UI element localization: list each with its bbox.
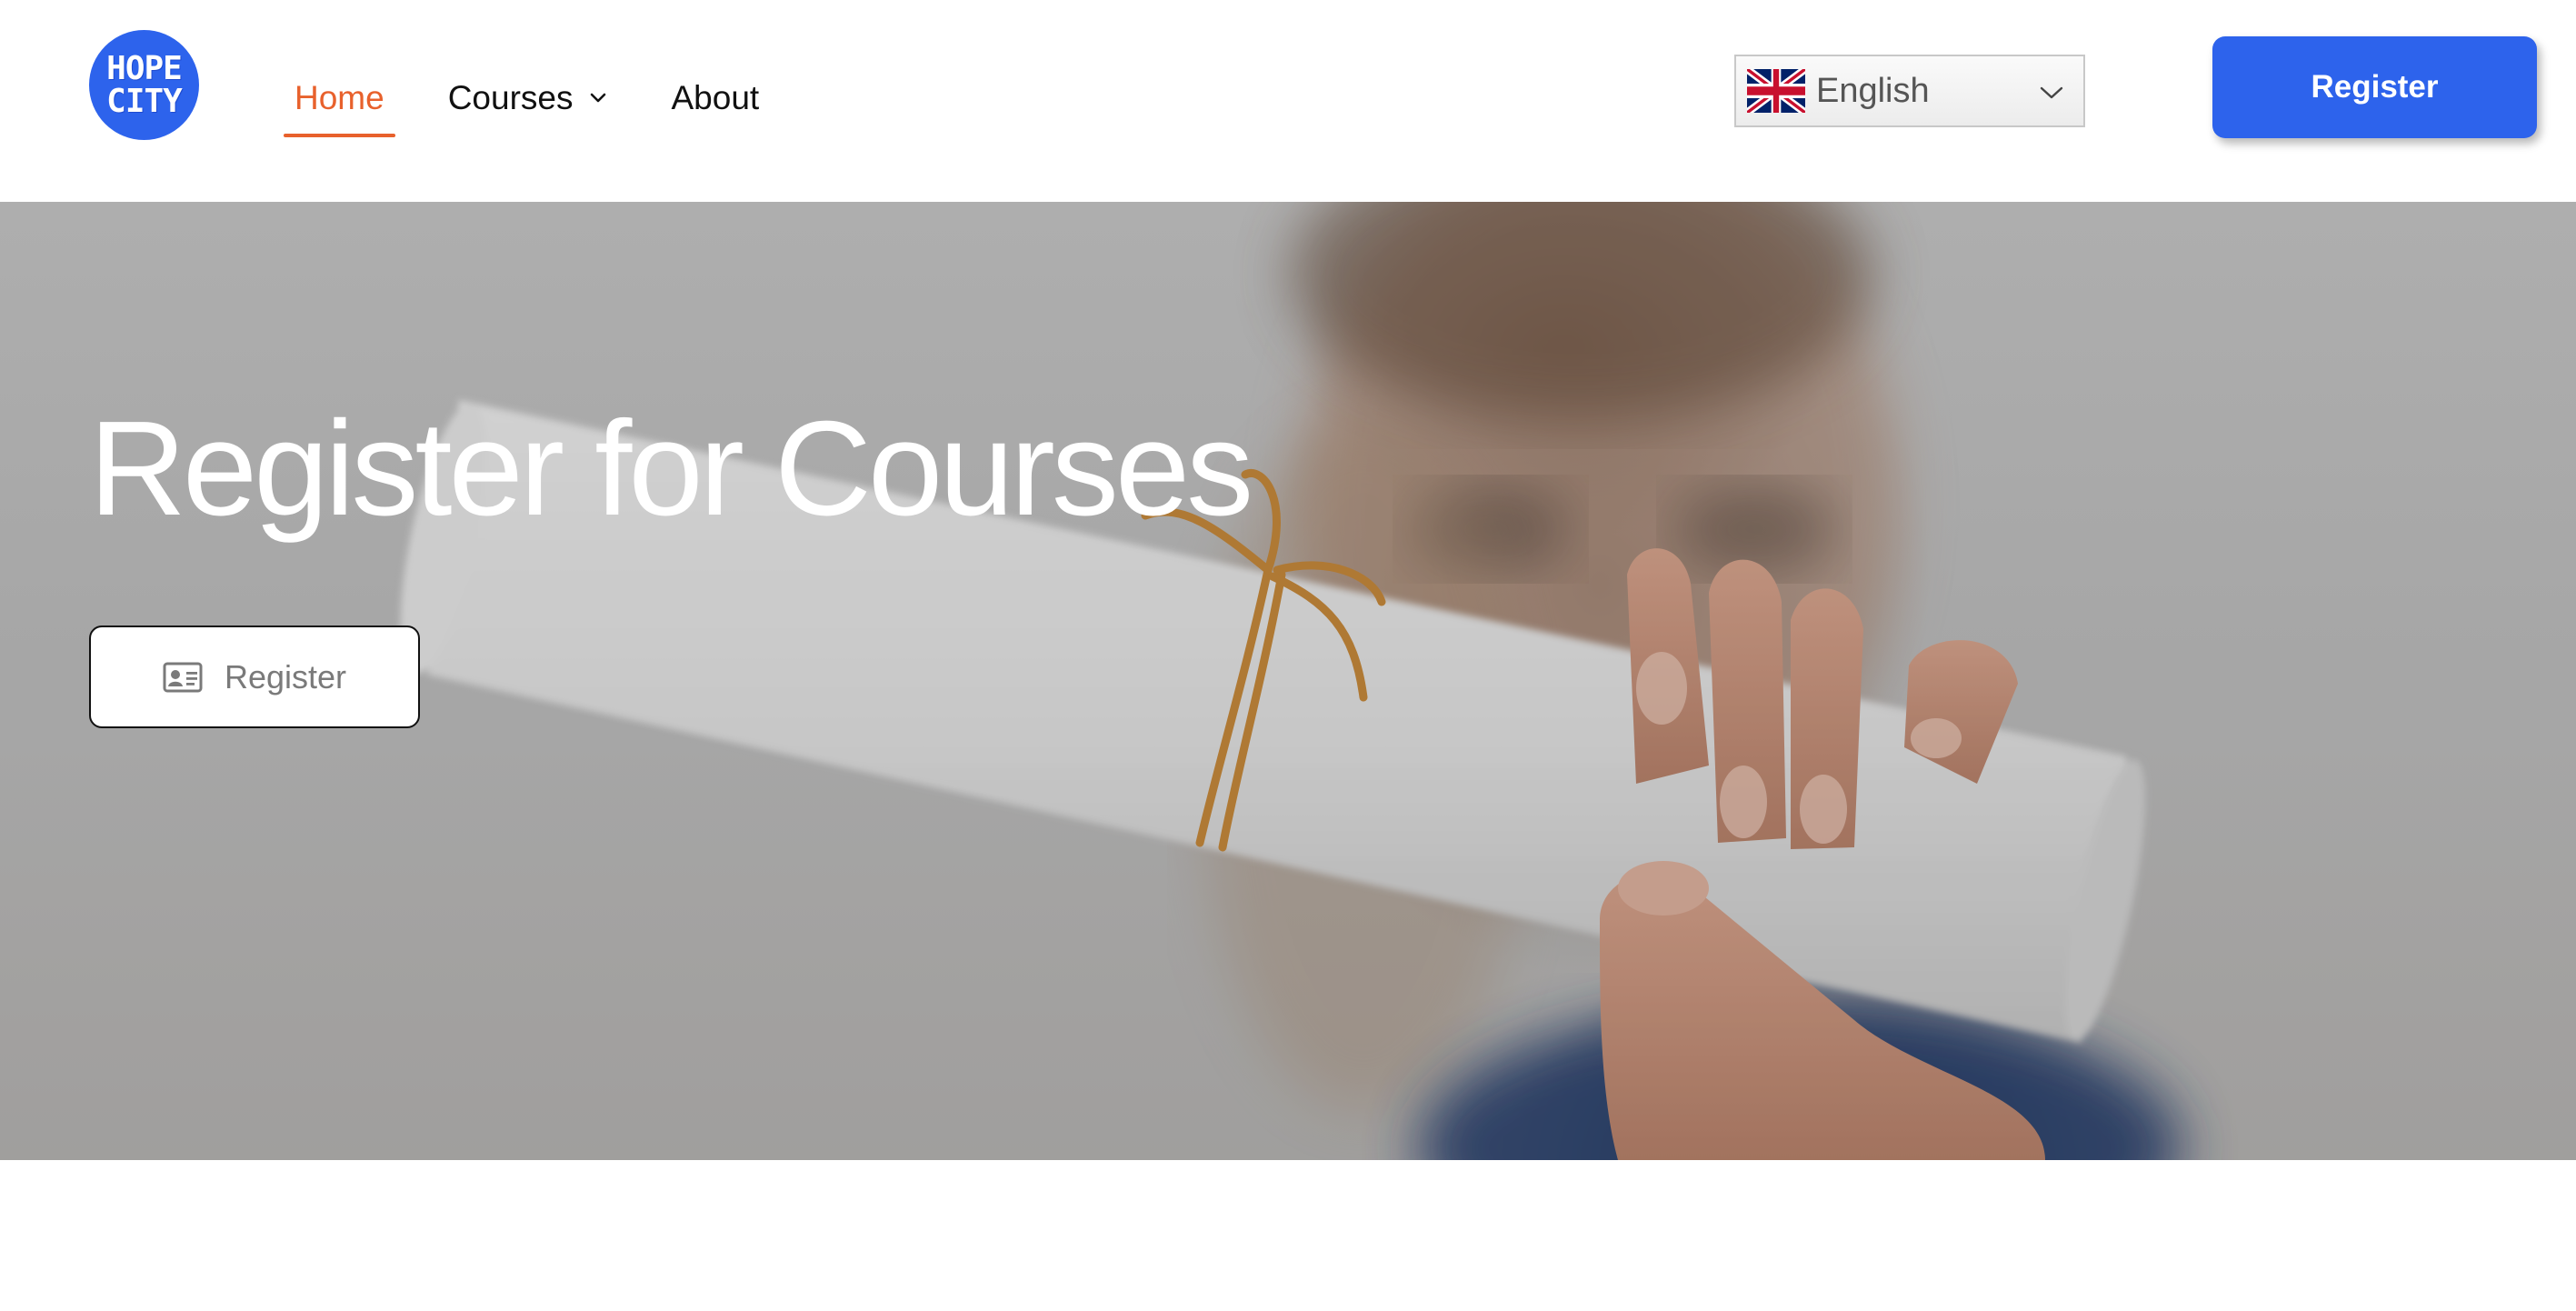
hero-banner: Register for Courses Register — [0, 202, 2576, 1160]
hero-title: Register for Courses — [89, 394, 1253, 544]
id-card-icon — [163, 662, 203, 692]
header-register-label: Register — [2311, 69, 2439, 105]
hero-register-label: Register — [224, 657, 347, 696]
logo-text-line2: CITY — [106, 82, 183, 120]
chevron-down-icon — [591, 93, 606, 103]
language-select-value: English — [1816, 71, 1930, 110]
uk-flag-icon — [1747, 69, 1805, 113]
site-header: HOPE CITY Home Courses About English Reg… — [0, 0, 2576, 202]
hope-city-logo[interactable]: HOPE CITY — [89, 30, 199, 140]
nav-item-about[interactable]: About — [660, 71, 770, 125]
main-nav: Home Courses About — [284, 71, 812, 137]
header-register-button[interactable]: Register — [2212, 36, 2537, 138]
nav-item-courses[interactable]: Courses — [437, 71, 619, 125]
chevron-down-icon — [2040, 86, 2063, 99]
nav-item-courses-label: Courses — [447, 79, 574, 116]
language-select[interactable]: English — [1734, 55, 2085, 127]
hero-register-button[interactable]: Register — [89, 625, 420, 728]
nav-item-about-label: About — [671, 79, 760, 116]
nav-item-home[interactable]: Home — [284, 71, 395, 137]
logo-text-line1: HOPE — [106, 49, 183, 87]
nav-item-home-label: Home — [295, 79, 384, 116]
